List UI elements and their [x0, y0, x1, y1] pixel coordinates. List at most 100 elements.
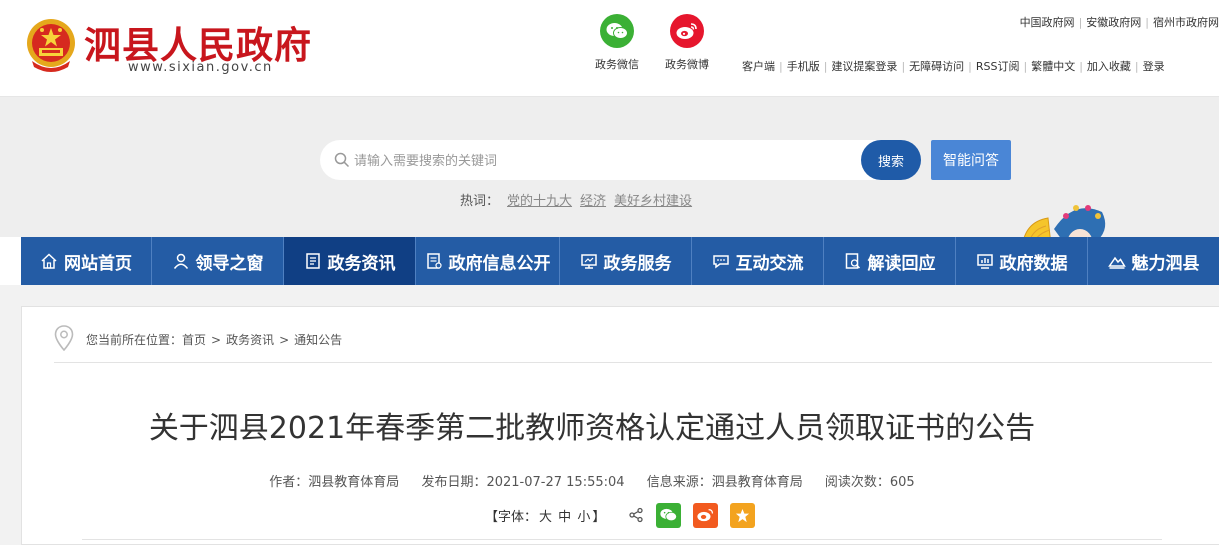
share-favorite-button[interactable]	[730, 502, 756, 528]
top-links: 中国政府网 | 安徽政府网 | 宿州市政府网	[1020, 14, 1219, 30]
main-nav: 网站首页 领导之窗 政务资讯 政府信息公开 政务服务 互动交流 解读回应 政府数…	[21, 237, 1219, 285]
search-box	[320, 140, 920, 180]
nav-label: 领导之窗	[195, 253, 264, 274]
tool-mobile[interactable]: 手机版	[787, 60, 820, 73]
weibo-link[interactable]: 政务微博	[657, 14, 717, 72]
site-url: www.sixian.gov.cn	[128, 60, 273, 75]
meta-views: 阅读次数：605	[825, 475, 915, 490]
divider: |	[1145, 16, 1149, 29]
weibo-icon	[670, 14, 704, 48]
breadcrumb: 您当前所在位置： 首页 > 政务资讯 > 通知公告	[54, 325, 342, 354]
header: 泗县人民政府 www.sixian.gov.cn 政务微信 政务微博 中国政府网…	[0, 0, 1219, 97]
search-band: 搜索 智能问答 热词： 党的十九大经济美好乡村建设	[0, 97, 1219, 334]
divider	[54, 362, 1212, 363]
nav-item-home[interactable]: 网站首页	[21, 237, 152, 285]
font-size-label: 【字体：	[485, 509, 538, 525]
nav-item-interaction[interactable]: 互动交流	[692, 237, 824, 285]
divider: |	[968, 60, 972, 73]
weibo-icon	[697, 508, 714, 522]
chart-icon	[976, 252, 994, 270]
meta-source-label: 信息来源：	[646, 475, 712, 490]
breadcrumb-prefix: 您当前所在位置：	[86, 333, 183, 347]
breadcrumb-news[interactable]: 政务资讯	[226, 331, 274, 348]
divider: |	[901, 60, 906, 73]
home-icon	[40, 252, 58, 270]
nav-label: 网站首页	[64, 253, 132, 274]
mountain-icon	[1107, 252, 1126, 270]
document-icon	[304, 252, 322, 270]
tool-favorite[interactable]: 加入收藏	[1087, 60, 1131, 73]
article-meta: 作者：泗县教育体育局 发布日期：2021-07-27 15:55:04 信息来源…	[22, 471, 1162, 490]
divider	[82, 539, 1162, 540]
nav-item-news[interactable]: 政务资讯	[284, 237, 416, 285]
divider: |	[1079, 60, 1083, 73]
font-size-large[interactable]: 大	[539, 510, 552, 525]
nav-item-services[interactable]: 政务服务	[560, 237, 692, 285]
search-doc-icon	[844, 252, 862, 270]
font-size-close: 】	[592, 509, 606, 525]
tool-traditional[interactable]: 繁體中文	[1031, 60, 1075, 73]
article-tools: 【字体：大 中 小】	[484, 502, 756, 528]
breadcrumb-notices[interactable]: 通知公告	[294, 331, 342, 348]
search-input[interactable]	[354, 140, 854, 180]
smart-qa-button[interactable]: 智能问答	[931, 140, 1011, 180]
wechat-icon	[600, 14, 634, 48]
weibo-label: 政务微博	[665, 58, 709, 71]
font-size-medium[interactable]: 中	[558, 510, 571, 525]
breadcrumb-separator: >	[279, 332, 290, 347]
wechat-icon	[660, 508, 678, 522]
hot-words: 热词： 党的十九大 经济 美好乡村建设	[460, 190, 692, 209]
meta-source: 信息来源：泗县教育体育局	[647, 475, 803, 490]
top-link-gov-cn[interactable]: 中国政府网	[1020, 16, 1075, 29]
nav-item-charm[interactable]: 魅力泗县	[1088, 237, 1219, 285]
national-emblem-icon	[27, 19, 75, 72]
hot-word[interactable]: 党的十九大	[507, 194, 572, 209]
meta-date-label: 发布日期：	[421, 475, 487, 490]
font-size-control: 【字体：大 中 小】	[484, 506, 606, 525]
share-wechat-button[interactable]	[656, 502, 682, 528]
nav-label: 政务资讯	[327, 253, 396, 274]
nav-label: 魅力泗县	[1131, 253, 1200, 274]
top-link-anhui[interactable]: 安徽政府网	[1086, 16, 1141, 29]
star-icon	[736, 508, 750, 522]
nav-label: 政府信息公开	[448, 253, 551, 274]
article-title: 关于泗县2021年春季第二批教师资格认定通过人员领取证书的公告	[148, 411, 1036, 446]
nav-item-interpretation[interactable]: 解读回应	[824, 237, 956, 285]
meta-author-value: 泗县教育体育局	[308, 475, 400, 490]
top-link-suzhou[interactable]: 宿州市政府网	[1153, 16, 1219, 29]
page: 泗县人民政府 www.sixian.gov.cn 政务微信 政务微博 中国政府网…	[0, 0, 1219, 545]
search-icon	[334, 152, 350, 168]
meta-date: 发布日期：2021-07-27 15:55:04	[421, 475, 624, 490]
user-icon	[172, 252, 190, 270]
tool-proposal-login[interactable]: 建议提案登录	[831, 60, 897, 73]
nav-item-leaders[interactable]: 领导之窗	[152, 237, 284, 285]
nav-label: 政府数据	[999, 253, 1068, 274]
divider: |	[1023, 60, 1028, 73]
nav-label: 互动交流	[735, 253, 804, 274]
nav-item-info-disclosure[interactable]: 政府信息公开	[416, 237, 560, 285]
list-icon	[425, 252, 443, 270]
font-size-small[interactable]: 小	[577, 510, 590, 525]
monitor-icon	[580, 252, 598, 270]
search-button[interactable]: 搜索	[861, 140, 921, 180]
nav-label: 解读回应	[867, 253, 936, 274]
share-weibo-button[interactable]	[693, 502, 719, 528]
divider: |	[1134, 60, 1139, 73]
tool-rss[interactable]: RSS订阅	[976, 60, 1020, 73]
tool-login[interactable]: 登录	[1143, 60, 1165, 73]
article-card: 您当前所在位置： 首页 > 政务资讯 > 通知公告 关于泗县2021年春季第二批…	[21, 306, 1219, 545]
tool-accessibility[interactable]: 无障碍访问	[909, 60, 964, 73]
wechat-link[interactable]: 政务微信	[587, 14, 647, 72]
share-icon	[628, 507, 644, 523]
breadcrumb-home[interactable]: 首页	[182, 331, 206, 348]
hot-word[interactable]: 经济	[580, 194, 606, 209]
hot-word[interactable]: 美好乡村建设	[614, 194, 692, 209]
divider: |	[1078, 16, 1083, 29]
header-toolbar: 客户端 | 手机版 | 建议提案登录 | 无障碍访问 | RSS订阅 | 繁體中文 | 加入收藏 | 登录	[742, 58, 1165, 74]
meta-source-value: 泗县教育体育局	[711, 475, 803, 490]
divider: |	[823, 60, 828, 73]
chat-icon	[712, 252, 730, 270]
nav-item-data[interactable]: 政府数据	[956, 237, 1088, 285]
meta-author-label: 作者：	[269, 475, 309, 490]
tool-client[interactable]: 客户端	[742, 60, 775, 73]
